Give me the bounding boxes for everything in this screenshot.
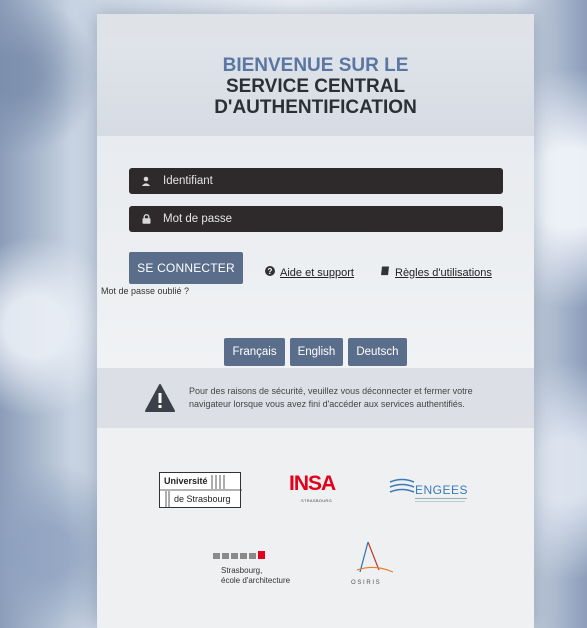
unistra-logo-line2: de Strasbourg bbox=[174, 494, 231, 504]
login-button[interactable]: SE CONNECTER bbox=[129, 252, 243, 284]
question-circle-icon: ? bbox=[265, 266, 275, 279]
unistra-logo-line1: Université bbox=[164, 476, 208, 486]
unistra-logo: Université de Strasbourg bbox=[159, 472, 242, 508]
title-line-2: SERVICE CENTRAL bbox=[225, 76, 406, 97]
help-link[interactable]: ? Aide et support bbox=[265, 266, 354, 279]
username-input[interactable] bbox=[163, 175, 483, 187]
osiris-logo: O S I R I S bbox=[351, 540, 411, 592]
insa-logo-text: INSA bbox=[289, 472, 336, 495]
help-link-label[interactable]: Aide et support bbox=[280, 267, 354, 279]
title-line-3: D'AUTHENTIFICATION bbox=[214, 97, 417, 118]
lock-icon bbox=[129, 214, 163, 224]
partner-logos: Université de Strasbourg INSA STRASBOURG… bbox=[97, 428, 534, 628]
forgot-password-link[interactable]: Mot de passe oublié ? bbox=[101, 286, 189, 296]
user-icon bbox=[129, 176, 163, 186]
architecture-logo-line2: école d'architecture bbox=[221, 576, 291, 585]
lang-button-deutsch[interactable]: Deutsch bbox=[348, 338, 407, 366]
warning-text: Pour des raisons de sécurité, veuillez v… bbox=[189, 386, 473, 409]
warning-icon bbox=[145, 384, 175, 412]
password-field[interactable] bbox=[129, 206, 503, 232]
security-warning: Pour des raisons de sécurité, veuillez v… bbox=[97, 368, 534, 428]
title-line-1: BIENVENUE SUR LE bbox=[222, 55, 409, 76]
username-field[interactable] bbox=[129, 168, 503, 194]
architecture-school-logo: Strasbourg, école d'architecture bbox=[211, 551, 301, 591]
page-title: BIENVENUE SUR LE SERVICE CENTRAL D'AUTHE… bbox=[97, 38, 534, 136]
lang-button-francais[interactable]: Français bbox=[224, 338, 285, 366]
rules-link-label[interactable]: Règles d'utilisations bbox=[395, 267, 492, 279]
insa-logo: INSA STRASBOURG bbox=[285, 472, 345, 506]
lang-button-english[interactable]: English bbox=[289, 338, 344, 366]
insa-logo-sub: STRASBOURG bbox=[301, 498, 333, 503]
panel-top-strip bbox=[97, 14, 534, 38]
book-icon bbox=[380, 266, 390, 279]
osiris-logo-text: O S I R I S bbox=[351, 580, 380, 586]
login-form: SE CONNECTER Mot de passe oublié ? ? Aid… bbox=[97, 136, 534, 368]
password-input[interactable] bbox=[163, 213, 483, 225]
architecture-logo-line1: Strasbourg, bbox=[221, 566, 263, 575]
engees-logo-rule bbox=[415, 501, 465, 502]
engees-logo-rule bbox=[415, 498, 467, 499]
engees-logo: ENGEES bbox=[385, 476, 485, 510]
engees-logo-text: ENGEES bbox=[415, 483, 469, 497]
language-switcher: Français English Deutsch bbox=[97, 338, 534, 366]
login-panel: BIENVENUE SUR LE SERVICE CENTRAL D'AUTHE… bbox=[97, 14, 534, 628]
svg-text:?: ? bbox=[268, 267, 273, 276]
rules-link[interactable]: Règles d'utilisations bbox=[380, 266, 492, 279]
